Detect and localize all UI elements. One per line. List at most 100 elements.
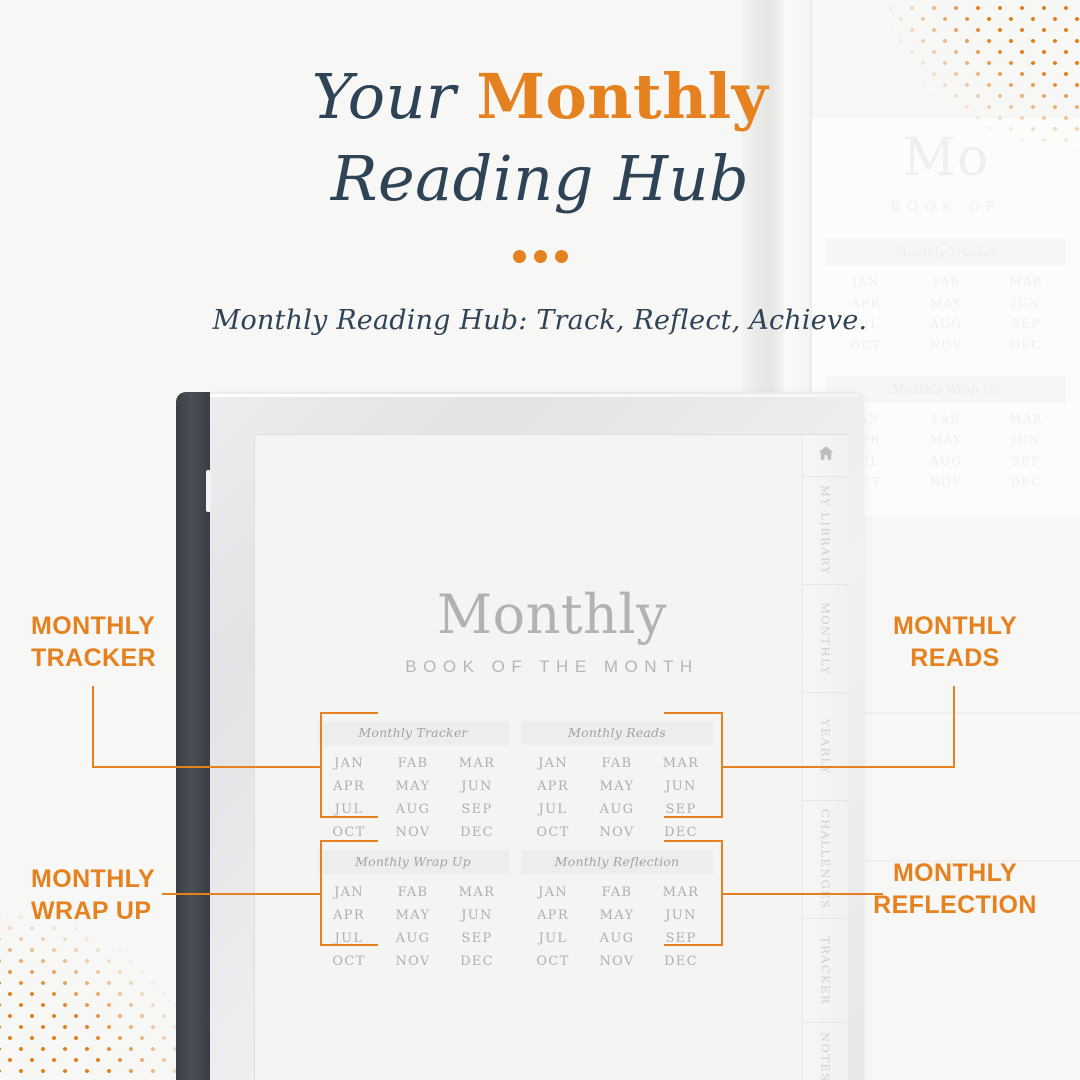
tab-label: CHALLENGES xyxy=(818,809,833,910)
callout-monthly-wrap-up: MONTHLY WRAP UP xyxy=(31,863,271,927)
month-grid: JAN FAB MAR APR MAY JUN JUL AUG SEP OCT … xyxy=(521,756,713,840)
card-heading: Monthly Reflection xyxy=(521,850,713,874)
month-grid: JAN FAB MAR APR MAY JUN JUL AUG SEP OCT … xyxy=(317,756,509,840)
month-cell[interactable]: NOV xyxy=(585,954,649,969)
month-cell[interactable]: JUN xyxy=(445,908,509,923)
month-cell[interactable]: AUG xyxy=(585,931,649,946)
month-cell[interactable]: JUL xyxy=(317,802,381,817)
screen-title: Monthly xyxy=(436,583,668,646)
month-cell[interactable]: MAR xyxy=(445,756,509,771)
tab-yearly[interactable]: YEARLY xyxy=(802,693,848,801)
month-cell[interactable]: FAB xyxy=(381,885,445,900)
ghost-month: JUN xyxy=(1011,433,1041,447)
tablet-screen: Monthly BOOK OF THE MONTH Monthly Tracke… xyxy=(254,434,848,1080)
month-cell[interactable]: OCT xyxy=(521,954,585,969)
month-cell[interactable]: DEC xyxy=(649,825,713,840)
month-cell[interactable]: JAN xyxy=(317,756,381,771)
month-cell[interactable]: APR xyxy=(317,908,381,923)
month-cell[interactable]: APR xyxy=(521,908,585,923)
month-grid: JAN FAB MAR APR MAY JUN JUL AUG SEP OCT … xyxy=(521,885,713,969)
callout-line-1: MONTHLY xyxy=(892,859,1018,887)
callout-monthly-tracker: MONTHLY TRACKER xyxy=(31,610,271,674)
month-cell[interactable]: NOV xyxy=(585,825,649,840)
month-cell[interactable]: APR xyxy=(521,779,585,794)
tab-home[interactable] xyxy=(802,435,848,477)
month-cell[interactable]: MAY xyxy=(381,779,445,794)
dot-separator xyxy=(0,250,1080,263)
month-cell[interactable]: SEP xyxy=(649,802,713,817)
ghost-month: FAB xyxy=(931,275,961,289)
tablet-side-button[interactable] xyxy=(206,470,211,512)
month-cell[interactable]: MAY xyxy=(585,779,649,794)
month-cell[interactable]: JAN xyxy=(317,885,381,900)
month-cell[interactable]: JUL xyxy=(317,931,381,946)
headline-accent: Monthly xyxy=(476,60,769,133)
month-cell[interactable]: MAY xyxy=(381,908,445,923)
month-cell[interactable]: JUL xyxy=(521,802,585,817)
screen-subtitle: BOOK OF THE MONTH xyxy=(405,657,699,676)
month-cell[interactable]: OCT xyxy=(317,825,381,840)
card-monthly-wrap-up[interactable]: Monthly Wrap Up JAN FAB MAR APR MAY JUN … xyxy=(317,850,509,969)
month-cell[interactable]: FAB xyxy=(585,885,649,900)
month-grid: JAN FAB MAR APR MAY JUN JUL AUG SEP OCT … xyxy=(317,885,509,969)
dot-pattern-bottom-left xyxy=(0,906,198,1080)
callout-line-1: MONTHLY xyxy=(892,612,1018,640)
month-cell[interactable]: AUG xyxy=(381,931,445,946)
month-cell[interactable]: SEP xyxy=(649,931,713,946)
tab-notes[interactable]: NOTES xyxy=(802,1023,848,1080)
callout-monthly-reads: MONTHLY READS xyxy=(835,610,1075,674)
ghost-month: MAR xyxy=(1009,275,1043,289)
month-cell[interactable]: DEC xyxy=(649,954,713,969)
headline-line2: Reading Hub xyxy=(330,142,750,216)
headline-plain: Your xyxy=(311,60,477,133)
month-cell[interactable]: JUN xyxy=(445,779,509,794)
month-cell[interactable]: MAY xyxy=(585,908,649,923)
month-cell[interactable]: AUG xyxy=(381,802,445,817)
callout-line-2: TRACKER xyxy=(31,644,157,672)
card-monthly-tracker[interactable]: Monthly Tracker JAN FAB MAR APR MAY JUN … xyxy=(317,721,509,840)
month-cell[interactable]: JUL xyxy=(521,931,585,946)
tablet-bezel-highlight xyxy=(210,394,860,397)
card-heading: Monthly Reads xyxy=(521,721,713,745)
month-cell[interactable]: APR xyxy=(317,779,381,794)
callout-monthly-reflection: MONTHLY REFLECTION xyxy=(835,857,1075,921)
tab-my-library[interactable]: MY LIBRARY xyxy=(802,477,848,585)
connector-reads-vertical xyxy=(953,686,955,768)
month-cell[interactable]: JUN xyxy=(649,908,713,923)
ghost-month: DEC xyxy=(1010,475,1042,489)
callout-line-1: MONTHLY xyxy=(31,612,156,640)
month-cell[interactable]: MAR xyxy=(649,756,713,771)
ghost-month: FAB xyxy=(931,412,961,426)
separator-dot xyxy=(554,250,568,263)
month-cell[interactable]: OCT xyxy=(317,954,381,969)
card-monthly-reflection[interactable]: Monthly Reflection JAN FAB MAR APR MAY J… xyxy=(521,850,713,969)
card-heading: Monthly Tracker xyxy=(317,721,509,745)
month-cell[interactable]: FAB xyxy=(381,756,445,771)
month-cell[interactable]: MAR xyxy=(649,885,713,900)
ghost-month: NOV xyxy=(929,338,963,352)
month-cell[interactable]: FAB xyxy=(585,756,649,771)
ghost-month: SEP xyxy=(1011,454,1041,468)
month-cell[interactable]: OCT xyxy=(521,825,585,840)
month-cell[interactable]: NOV xyxy=(381,954,445,969)
card-heading: Monthly Wrap Up xyxy=(317,850,509,874)
month-cell[interactable]: SEP xyxy=(445,931,509,946)
month-cell[interactable]: SEP xyxy=(445,802,509,817)
month-cell[interactable]: DEC xyxy=(445,825,509,840)
month-cell[interactable]: JUN xyxy=(649,779,713,794)
ghost-month: AUG xyxy=(930,454,962,468)
connector-tracker-vertical xyxy=(92,686,94,768)
month-cell[interactable]: JAN xyxy=(521,756,585,771)
card-monthly-reads[interactable]: Monthly Reads JAN FAB MAR APR MAY JUN JU… xyxy=(521,721,713,840)
month-cell[interactable]: AUG xyxy=(585,802,649,817)
ghost-month: NOV xyxy=(929,475,963,489)
month-cell[interactable]: NOV xyxy=(381,825,445,840)
page-subtitle: Monthly Reading Hub: Track, Reflect, Ach… xyxy=(212,305,868,336)
callout-line-1: MONTHLY xyxy=(31,865,156,893)
tab-tracker[interactable]: TRACKER xyxy=(802,919,848,1023)
month-cell[interactable]: MAR xyxy=(445,885,509,900)
ghost-month: JAN xyxy=(852,275,880,289)
month-cell[interactable]: DEC xyxy=(445,954,509,969)
month-cell[interactable]: JAN xyxy=(521,885,585,900)
tab-label: TRACKER xyxy=(818,936,833,1005)
